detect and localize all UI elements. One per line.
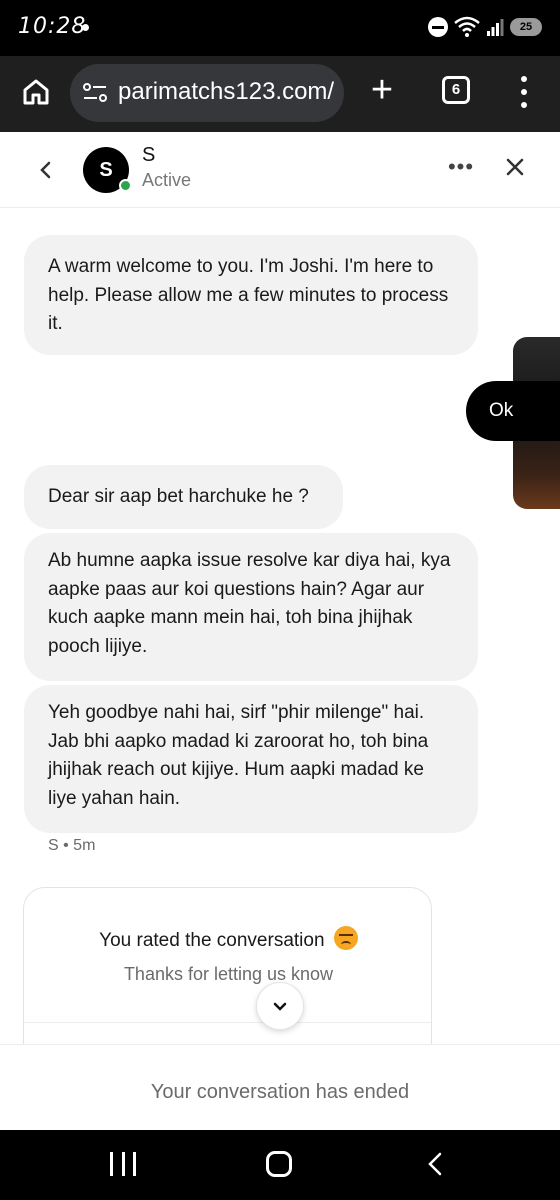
tab-switcher-button[interactable]: 6	[442, 76, 470, 104]
home-button[interactable]	[18, 74, 54, 110]
rating-card: You rated the conversation Thanks for le…	[23, 887, 432, 1045]
status-bar: 10:28 25	[0, 0, 560, 56]
angry-face-emoji-icon	[333, 926, 358, 950]
url-text: parimatchs123.com/	[118, 78, 335, 105]
agent-message: Dear sir aap bet harchuke he ?	[24, 465, 343, 529]
rating-title-text: You rated the conversation	[99, 930, 325, 951]
agent-message: Yeh goodbye nahi hai, sirf "phir milenge…	[24, 685, 478, 833]
signal-icon	[487, 19, 504, 36]
status-time: 10:28	[18, 14, 87, 39]
agent-message: A warm welcome to you. I'm Joshi. I'm he…	[24, 235, 478, 355]
user-message: Ok	[466, 381, 560, 441]
site-settings-icon[interactable]	[82, 82, 108, 104]
agent-name: S	[142, 144, 156, 166]
notification-dot	[82, 24, 89, 31]
dnd-icon	[428, 17, 448, 37]
rating-title: You rated the conversation	[24, 926, 433, 952]
new-tab-button[interactable]: +	[360, 70, 404, 114]
recents-button[interactable]	[110, 1152, 136, 1176]
conversation-ended-text: Your conversation has ended	[150, 1081, 410, 1103]
wifi-icon	[454, 16, 480, 37]
expand-button[interactable]	[256, 982, 304, 1030]
browser-menu-button[interactable]	[512, 74, 536, 110]
more-options-button[interactable]: •••	[446, 154, 476, 184]
status-icons: 25	[428, 15, 542, 39]
close-icon	[506, 158, 524, 176]
home-icon	[23, 79, 49, 105]
chevron-down-icon	[273, 1002, 287, 1011]
browser-toolbar: parimatchs123.com/ + 6	[0, 56, 560, 132]
battery-icon: 25	[510, 18, 542, 36]
home-nav-button[interactable]	[266, 1151, 292, 1177]
close-button[interactable]	[500, 152, 530, 182]
system-nav-bar	[0, 1130, 560, 1200]
address-bar[interactable]: parimatchs123.com/	[70, 64, 344, 122]
back-nav-button[interactable]	[424, 1152, 448, 1176]
divider	[24, 1022, 431, 1023]
conversation-ended-bar: Your conversation has ended	[0, 1044, 560, 1130]
back-button[interactable]	[30, 154, 62, 186]
agent-message: Ab humne aapka issue resolve kar diya ha…	[24, 533, 478, 681]
rating-subtitle: Thanks for letting us know	[123, 964, 334, 984]
message-list[interactable]: A warm welcome to you. I'm Joshi. I'm he…	[0, 209, 560, 1045]
chevron-left-icon	[40, 161, 51, 179]
agent-status: Active	[142, 170, 192, 190]
back-arrow-icon	[428, 1152, 442, 1176]
online-indicator	[119, 179, 132, 192]
message-meta: S • 5m	[48, 837, 96, 854]
chat-header: S S Active •••	[0, 132, 560, 208]
